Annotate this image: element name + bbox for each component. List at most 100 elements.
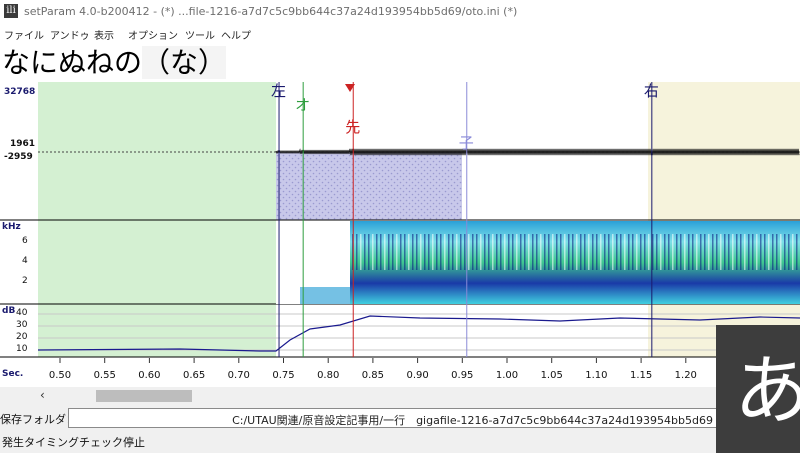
- spectrogram-stripe: [728, 234, 730, 270]
- logo-watermark: あ: [716, 325, 800, 453]
- save-folder-field[interactable]: C:/UTAU関連/原音設定記事用/一行 gigafile-1216-a7d7c…: [68, 408, 718, 428]
- menu-tools[interactable]: ツール: [185, 27, 215, 42]
- spectrogram-unit-label: kHz: [2, 222, 21, 232]
- menu-undo[interactable]: アンドゥ: [50, 27, 90, 42]
- freq-tick-label: 4: [22, 256, 28, 266]
- spectrogram-stripe: [624, 234, 626, 270]
- menu-file[interactable]: ファイル: [4, 27, 44, 42]
- spectrogram-stripe: [720, 234, 722, 270]
- spectrogram-stripe: [372, 234, 374, 270]
- spectrogram-stripe: [604, 234, 606, 270]
- spectrogram-stripe: [792, 234, 794, 270]
- spectrogram-stripe: [536, 234, 538, 270]
- spectrogram-stripe: [716, 234, 718, 270]
- menu-help[interactable]: ヘルプ: [221, 27, 251, 42]
- spectrogram-stripe: [656, 234, 658, 270]
- scroll-left-icon[interactable]: ‹: [40, 388, 45, 402]
- spectrogram-stripe: [552, 234, 554, 270]
- spectrogram-stripe: [440, 234, 442, 270]
- time-tick-label: 0.75: [272, 370, 294, 381]
- spectrogram-stripe: [376, 234, 378, 270]
- spectrogram-stripe: [452, 234, 454, 270]
- spectrogram-stripe: [560, 234, 562, 270]
- spectrogram-stripe: [512, 234, 514, 270]
- menu-options[interactable]: オプション: [128, 27, 178, 42]
- spectrogram-stripe: [364, 234, 366, 270]
- editor-canvas[interactable]: 0.50 0.55 0.60 0.65 0.70 0.75 0.80 0.85 0.90 0.95…: [0, 82, 800, 387]
- spectrogram-stripe: [456, 234, 458, 270]
- spectrogram-stripe: [588, 234, 590, 270]
- spectrogram-stripe: [768, 234, 770, 270]
- spectrogram-stripe: [524, 234, 526, 270]
- spectrogram-stripe: [612, 234, 614, 270]
- spectrogram-stripe: [480, 234, 482, 270]
- spectrogram-stripe: [360, 234, 362, 270]
- spectrogram-stripe: [416, 234, 418, 270]
- spectrogram-stripe: [672, 234, 674, 270]
- time-tick-label: 1.10: [585, 370, 607, 381]
- spectrogram-stripe: [572, 234, 574, 270]
- spectrogram-stripe: [504, 234, 506, 270]
- waveform-signal: [275, 148, 800, 156]
- spectrogram-stripe: [712, 234, 714, 270]
- spectrogram-stripe: [628, 234, 630, 270]
- waveform-max-label: 32768: [4, 87, 35, 97]
- spectrogram-stripe: [776, 234, 778, 270]
- spectrogram-stripe: [460, 234, 462, 270]
- preutterance-marker-label: 先: [345, 118, 360, 136]
- spectrogram-stripe: [756, 234, 758, 270]
- spectrogram-stripe: [640, 234, 642, 270]
- time-axis: 0.50 0.55 0.60 0.65 0.70 0.75 0.80 0.85 0.90 0.95…: [0, 358, 800, 387]
- scroll-thumb[interactable]: [96, 390, 192, 402]
- spectrogram-stripe: [796, 234, 798, 270]
- spectrogram-stripe: [692, 234, 694, 270]
- title-bar: ili setParam 4.0-b200412 - (*) ...file-1…: [0, 0, 800, 24]
- spectrogram-stripe: [760, 234, 762, 270]
- spectrogram-stripe: [468, 234, 470, 270]
- freq-tick-label: 6: [22, 236, 28, 246]
- alias-display: なにぬねの（な）: [0, 44, 800, 82]
- spectrogram-stripe: [664, 234, 666, 270]
- spectrogram-stripe: [608, 234, 610, 270]
- horizontal-scrollbar[interactable]: ‹: [0, 387, 716, 407]
- time-tick-label: 0.55: [94, 370, 116, 381]
- power-tick-label: 10: [16, 344, 28, 354]
- spectrogram-stripe: [488, 234, 490, 270]
- time-tick-label: 1.20: [675, 370, 697, 381]
- time-tick-label: 0.50: [49, 370, 71, 381]
- spectrogram-stripe: [724, 234, 726, 270]
- power-tick-label: 40: [16, 308, 28, 318]
- spectrogram-stripe: [684, 234, 686, 270]
- alias-main: なにぬねの: [2, 46, 143, 79]
- spectrogram-stripe: [396, 234, 398, 270]
- save-folder-label: 保存フォルダ：: [0, 413, 77, 426]
- power-unit-label: dB: [2, 306, 15, 316]
- spectrogram-stripe: [516, 234, 518, 270]
- menu-view[interactable]: 表示: [94, 27, 114, 42]
- time-tick-label: 0.90: [406, 370, 428, 381]
- offset-marker-label: 左: [271, 82, 286, 100]
- spectrogram-stripe: [464, 234, 466, 270]
- spectrogram-stripe: [444, 234, 446, 270]
- spectrogram-stripe: [400, 234, 402, 270]
- spectrogram-stripe: [484, 234, 486, 270]
- spectrogram-stripe: [704, 234, 706, 270]
- spectrogram-stripe: [764, 234, 766, 270]
- spectrogram-stripe: [420, 234, 422, 270]
- consonant-region: [276, 152, 462, 220]
- spectrogram-stripe: [708, 234, 710, 270]
- spectrogram-stripe: [576, 234, 578, 270]
- time-tick-label: 0.85: [362, 370, 384, 381]
- spectrogram-stripe: [736, 234, 738, 270]
- spectrogram-stripe: [644, 234, 646, 270]
- power-tick-label: 20: [16, 332, 28, 342]
- spectrogram-stripe: [748, 234, 750, 270]
- overlap-marker-label: オ: [295, 96, 310, 114]
- time-tick-label: 0.60: [138, 370, 160, 381]
- freq-tick-label: 2: [22, 276, 28, 286]
- waveform-upper-label: 1961: [10, 139, 35, 149]
- spectrogram-stripe: [584, 234, 586, 270]
- spectrogram-stripe: [380, 234, 382, 270]
- spectrogram-stripe: [472, 234, 474, 270]
- consonant-marker-label: 子: [459, 134, 474, 152]
